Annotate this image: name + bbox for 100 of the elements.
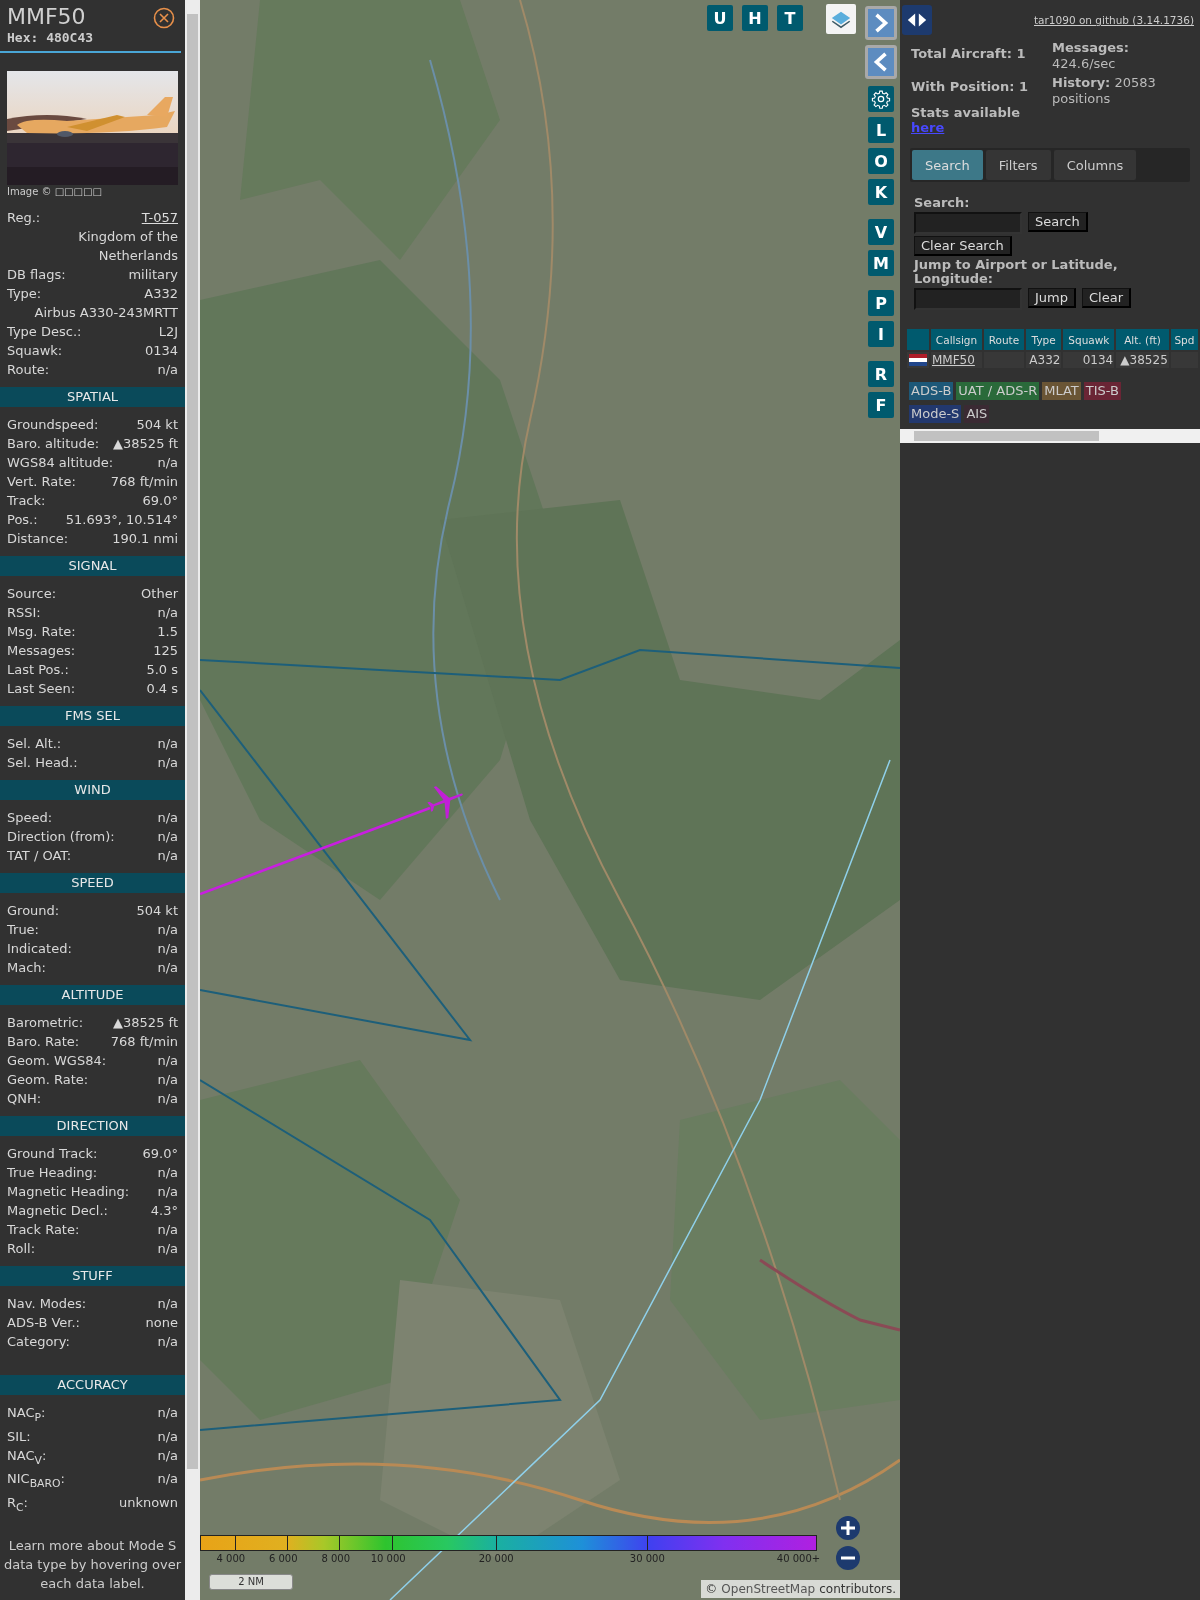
field-label: Route: bbox=[7, 361, 50, 379]
scale-bar: 2 NM bbox=[209, 1574, 293, 1590]
clear-button[interactable]: Clear bbox=[1082, 288, 1131, 308]
field-label: SIL: bbox=[7, 1427, 31, 1446]
field-label: NIC$_{BARO}$: bbox=[7, 1470, 65, 1492]
field-label: Groundspeed: bbox=[7, 416, 99, 434]
field-value: n/a bbox=[157, 754, 178, 772]
section-heading: SIGNAL bbox=[0, 556, 185, 576]
section-heading: DIRECTION bbox=[0, 1116, 185, 1136]
field-value: n/a bbox=[157, 959, 178, 977]
field-label: Track Rate: bbox=[7, 1221, 80, 1239]
search-field[interactable] bbox=[914, 212, 1022, 234]
field-label: Type: bbox=[7, 285, 42, 303]
column-header[interactable]: Alt. (ft) bbox=[1116, 329, 1169, 350]
column-header[interactable]: Callsign bbox=[931, 329, 983, 350]
field-value: ▲38525 ft bbox=[113, 435, 178, 453]
field-label: RSSI: bbox=[7, 604, 41, 622]
field-label: Sel. Head.: bbox=[7, 754, 78, 772]
layers-button[interactable] bbox=[826, 4, 856, 34]
map-toggle-button[interactable]: M bbox=[868, 250, 894, 276]
column-header[interactable]: Squawk bbox=[1063, 329, 1115, 350]
map-toggle-button[interactable]: F bbox=[868, 392, 894, 418]
collapse-button[interactable] bbox=[865, 45, 897, 79]
field-value: n/a bbox=[157, 1427, 178, 1446]
panel-toggle-button[interactable] bbox=[902, 5, 932, 35]
field-label: WGS84 altitude: bbox=[7, 454, 114, 472]
registration-link[interactable]: T-057 bbox=[141, 208, 178, 227]
field-label: TAT / OAT: bbox=[7, 847, 72, 865]
column-header[interactable]: Route bbox=[984, 329, 1024, 350]
field-label: Last Seen: bbox=[7, 680, 76, 698]
field-value: 768 ft/min bbox=[110, 1033, 178, 1051]
field-value: none bbox=[145, 1314, 178, 1332]
close-icon[interactable] bbox=[153, 7, 175, 29]
jump-button[interactable]: Jump bbox=[1028, 288, 1076, 308]
field-label: NAC$_{P}$: bbox=[7, 1404, 46, 1426]
altitude-label: 20 000 bbox=[478, 1553, 514, 1564]
field-label: Messages: bbox=[7, 642, 76, 660]
map-toggle-button[interactable]: I bbox=[868, 321, 894, 347]
field-label: NAC$_{V}$: bbox=[7, 1446, 47, 1469]
section-heading: FMS SEL bbox=[0, 706, 185, 726]
field-value: 4.3° bbox=[150, 1202, 178, 1220]
jump-label: Jump to Airport or Latitude, Longitude: bbox=[914, 258, 1119, 286]
field-label: Ground: bbox=[7, 902, 60, 920]
map-toggle-button[interactable]: R bbox=[868, 361, 894, 387]
source-tag: TIS-B bbox=[1083, 382, 1121, 400]
field-value: 768 ft/min bbox=[110, 473, 178, 491]
expand-button[interactable] bbox=[865, 6, 897, 40]
field-value: n/a bbox=[157, 1052, 178, 1070]
attribution-link[interactable]: OpenStreetMap bbox=[721, 1582, 816, 1596]
version-link[interactable]: tar1090 on github (3.14.1736) bbox=[1034, 14, 1194, 26]
jump-field[interactable] bbox=[914, 288, 1022, 310]
field-label: Msg. Rate: bbox=[7, 623, 76, 641]
section-heading: WIND bbox=[0, 780, 185, 800]
field-value: n/a bbox=[157, 1470, 178, 1489]
field-value: Other bbox=[141, 585, 178, 603]
field-label: Geom. Rate: bbox=[7, 1071, 89, 1089]
map-toggle-button[interactable]: K bbox=[868, 179, 894, 205]
field-label: Nav. Modes: bbox=[7, 1295, 87, 1313]
column-header[interactable]: Spd bbox=[1170, 329, 1198, 350]
field-label: Squawk: bbox=[7, 342, 63, 360]
scrollbar[interactable] bbox=[900, 429, 1200, 443]
tab[interactable]: Filters bbox=[985, 150, 1051, 180]
altitude-label: 6 000 bbox=[268, 1553, 298, 1564]
map-toggle-button[interactable]: T bbox=[777, 5, 803, 31]
source-tag: AIS bbox=[964, 405, 990, 423]
map-toggle-button[interactable]: V bbox=[868, 219, 894, 245]
field-value: n/a bbox=[157, 1183, 178, 1201]
field-label: Mach: bbox=[7, 959, 46, 977]
tab[interactable]: Search bbox=[912, 150, 983, 180]
field-label: Vert. Rate: bbox=[7, 473, 76, 491]
field-value: n/a bbox=[157, 454, 178, 472]
map-toggle-button[interactable]: P bbox=[868, 290, 894, 316]
field-value: 504 kt bbox=[136, 902, 178, 920]
map-toggle-button[interactable]: L bbox=[868, 117, 894, 143]
tab[interactable]: Columns bbox=[1053, 150, 1137, 180]
field-label: True Heading: bbox=[7, 1164, 98, 1182]
map-toggle-button[interactable]: O bbox=[868, 148, 894, 174]
field-value: n/a bbox=[157, 1221, 178, 1239]
altitude-label: 30 000 bbox=[629, 1553, 665, 1564]
section-heading: ALTITUDE bbox=[0, 985, 185, 1005]
field-value: n/a bbox=[157, 604, 178, 622]
stats-text: Stats available bbox=[911, 105, 1021, 120]
field-label: True: bbox=[7, 921, 39, 939]
scrollbar[interactable] bbox=[185, 0, 200, 1600]
field-label: Indicated: bbox=[7, 940, 72, 958]
copyright-mark: © bbox=[705, 1582, 718, 1596]
field-value: 69.0° bbox=[142, 1145, 178, 1163]
map-toggle-button[interactable]: H bbox=[742, 5, 768, 31]
settings-button[interactable] bbox=[868, 86, 894, 112]
field-value: n/a bbox=[157, 735, 178, 753]
field-value: unknown bbox=[118, 1493, 178, 1512]
field-value: 0.4 s bbox=[146, 680, 178, 698]
photo-credit: Image © □□□□□ bbox=[6, 185, 103, 198]
field-value: 69.0° bbox=[142, 492, 178, 510]
search-button[interactable]: Search bbox=[1028, 212, 1088, 232]
clear-search-button[interactable]: Clear Search bbox=[914, 236, 1012, 256]
field-value: n/a bbox=[157, 1164, 178, 1182]
field-label: Ground Track: bbox=[7, 1145, 98, 1163]
map-toggle-button[interactable]: U bbox=[707, 5, 733, 31]
column-header[interactable]: Type bbox=[1025, 329, 1062, 350]
